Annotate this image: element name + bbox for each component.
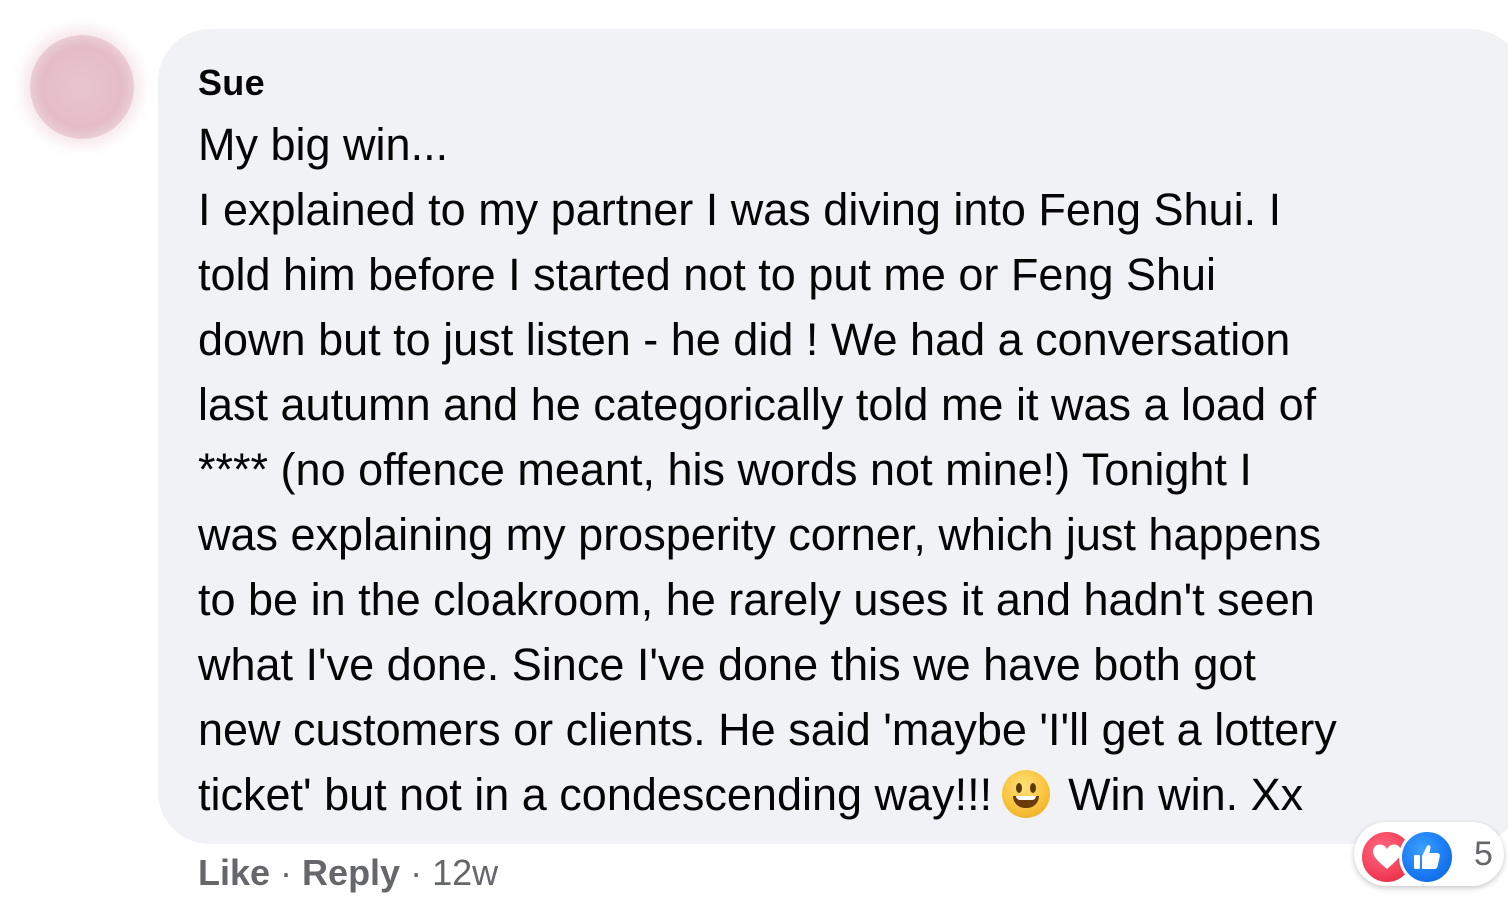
like-icon <box>1399 829 1455 885</box>
comment-line-text: ticket' but not in a condescending way!!… <box>198 769 993 820</box>
comment-author[interactable]: Sue <box>198 62 265 104</box>
comment-actions: Like · Reply · 12w <box>198 852 498 894</box>
action-separator: · <box>410 852 423 893</box>
grinning-face-emoji-icon <box>1002 770 1051 818</box>
comment-line: last autumn and he categorically told me… <box>198 379 1317 430</box>
comment-line: what I've done. Since I've done this we … <box>198 639 1256 690</box>
comment-timestamp[interactable]: 12w <box>432 852 498 893</box>
comment-line: was explaining my prosperity corner, whi… <box>198 509 1322 560</box>
comment-line-suffix: Win win. Xx <box>1068 769 1304 820</box>
comment-line: new customers or clients. He said 'maybe… <box>198 704 1337 755</box>
comment-line: down but to just listen - he did ! We ha… <box>198 314 1291 365</box>
comment-line: told him before I started not to put me … <box>198 249 1217 300</box>
comment-line: My big win... <box>198 119 449 170</box>
comment-body: My big win... I explained to my partner … <box>198 112 1488 827</box>
comment-last-line: ticket' but not in a condescending way!!… <box>198 762 1488 827</box>
comment: Sue My big win... I explained to my part… <box>0 0 1508 897</box>
comment-line: **** (no offence meant, his words not mi… <box>198 444 1252 495</box>
like-button[interactable]: Like <box>198 852 270 893</box>
avatar[interactable] <box>30 35 134 139</box>
reply-button[interactable]: Reply <box>302 852 400 893</box>
reaction-count: 5 <box>1474 835 1493 873</box>
reaction-summary[interactable]: 5 <box>1354 822 1504 886</box>
action-separator: · <box>280 852 293 893</box>
comment-line: I explained to my partner I was diving i… <box>198 184 1282 235</box>
comment-line: to be in the cloakroom, he rarely uses i… <box>198 574 1315 625</box>
